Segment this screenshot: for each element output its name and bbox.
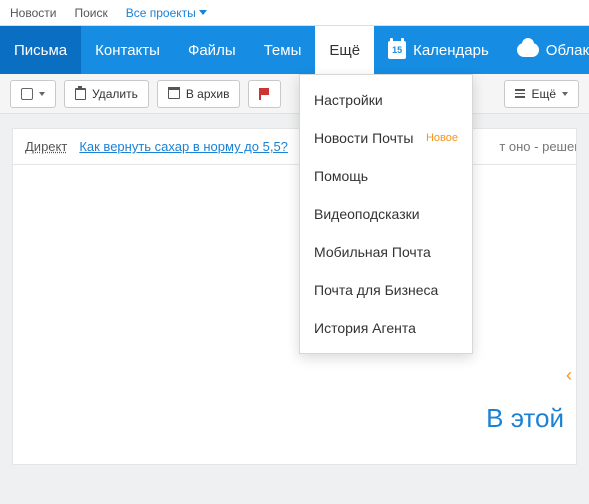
nav-mail-tab[interactable]: Письма <box>0 26 81 74</box>
archive-label: В архив <box>186 87 230 101</box>
caret-down-icon <box>39 92 45 96</box>
new-badge: Новое <box>426 132 458 144</box>
topbar-projects-label: Все проекты <box>126 6 196 20</box>
archive-icon <box>168 89 180 99</box>
dropdown-item-label: История Агента <box>314 320 416 336</box>
nav-more-tab[interactable]: Ещё <box>315 26 374 74</box>
topbar-search-link[interactable]: Поиск <box>74 6 107 20</box>
direct-label: Директ <box>25 139 67 154</box>
menu-icon <box>515 89 525 98</box>
dropdown-item-video-tips[interactable]: Видеоподсказки <box>300 195 472 233</box>
nav-cloud-tab[interactable]: Облако <box>503 26 589 74</box>
dropdown-item-mobile-mail[interactable]: Мобильная Почта <box>300 233 472 271</box>
caret-down-icon <box>562 92 568 96</box>
content-area: Директ Как вернуть сахар в норму до 5,5?… <box>0 114 589 504</box>
message-body: ‹ В этой <box>12 165 577 465</box>
message-subject-link[interactable]: Как вернуть сахар в норму до 5,5? <box>79 139 288 154</box>
checkbox-icon <box>21 88 33 100</box>
flag-button[interactable] <box>248 80 281 108</box>
toolbar-more-label: Ещё <box>531 87 556 101</box>
delete-label: Удалить <box>92 87 138 101</box>
calendar-icon: 15 <box>388 41 406 59</box>
nav-themes-tab[interactable]: Темы <box>250 26 316 74</box>
dropdown-item-business-mail[interactable]: Почта для Бизнеса <box>300 271 472 309</box>
nav-files-tab[interactable]: Файлы <box>174 26 250 74</box>
select-all-button[interactable] <box>10 80 56 108</box>
message-preview-right: т оно - решение про <box>499 139 577 154</box>
flag-icon <box>259 88 270 100</box>
footer-promo-text: В этой <box>486 403 564 434</box>
dropdown-item-mail-news[interactable]: Новости Почты Новое <box>300 119 472 157</box>
nav-contacts-tab[interactable]: Контакты <box>81 26 174 74</box>
dropdown-item-label: Помощь <box>314 168 368 184</box>
dropdown-item-label: Почта для Бизнеса <box>314 282 438 298</box>
dropdown-item-settings[interactable]: Настройки <box>300 81 472 119</box>
toolbar-more-button[interactable]: Ещё <box>504 80 579 108</box>
caret-down-icon <box>199 10 207 15</box>
main-nav: Письма Контакты Файлы Темы Ещё 15 Календ… <box>0 26 589 74</box>
archive-button[interactable]: В архив <box>157 80 241 108</box>
more-dropdown-menu: Настройки Новости Почты Новое Помощь Вид… <box>299 74 473 354</box>
cloud-icon <box>517 43 539 57</box>
nav-calendar-label: Календарь <box>413 42 489 59</box>
toolbar: Удалить В архив Ещё <box>0 74 589 114</box>
trash-icon <box>75 88 86 100</box>
dropdown-item-label: Новости Почты <box>314 130 413 146</box>
top-bar: Новости Поиск Все проекты <box>0 0 589 26</box>
dropdown-item-help[interactable]: Помощь <box>300 157 472 195</box>
dropdown-item-agent-history[interactable]: История Агента <box>300 309 472 347</box>
delete-button[interactable]: Удалить <box>64 80 149 108</box>
dropdown-item-label: Мобильная Почта <box>314 244 431 260</box>
nav-calendar-tab[interactable]: 15 Календарь <box>374 26 503 74</box>
topbar-news-link[interactable]: Новости <box>10 6 56 20</box>
dropdown-item-label: Настройки <box>314 92 383 108</box>
topbar-projects-dropdown[interactable]: Все проекты <box>126 6 207 20</box>
orange-marker: ‹ <box>566 365 572 386</box>
dropdown-item-label: Видеоподсказки <box>314 206 420 222</box>
nav-cloud-label: Облако <box>546 42 589 59</box>
message-row[interactable]: Директ Как вернуть сахар в норму до 5,5?… <box>12 128 577 165</box>
